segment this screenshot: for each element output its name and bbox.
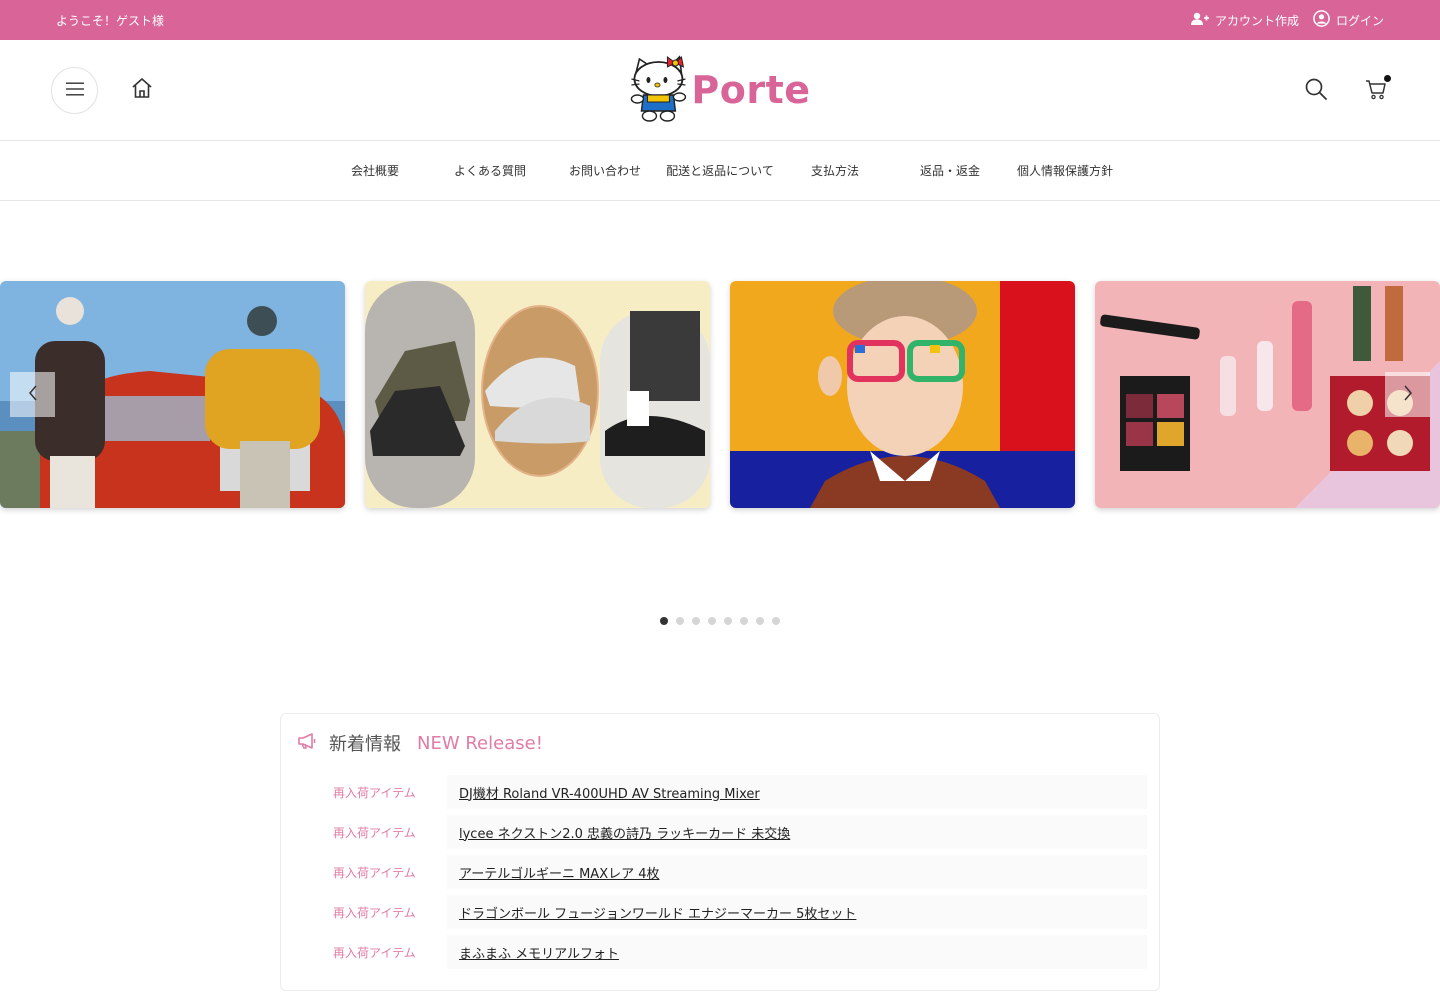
news-link-container: ドラゴンボール フュージョンワールド エナジーマーカー 5枚セット bbox=[447, 895, 1147, 929]
cart-icon bbox=[1365, 78, 1387, 103]
carousel-pagination bbox=[0, 617, 1440, 625]
hero-carousel bbox=[0, 281, 1440, 511]
nav-item-privacy[interactable]: 個人情報保護方針 bbox=[1008, 162, 1123, 179]
logo-text: Porte bbox=[691, 68, 811, 112]
news-list: 再入荷アイテム DJ機材 Roland VR-400UHD AV Streami… bbox=[297, 772, 1147, 972]
carousel-next-button[interactable] bbox=[1385, 372, 1430, 417]
news-link-container: アーテルゴルギーニ MAXレア 4枚 bbox=[447, 855, 1147, 889]
home-button[interactable] bbox=[130, 78, 154, 102]
carousel-slide-eyewear[interactable] bbox=[730, 281, 1075, 508]
news-item: 再入荷アイテム まふまふ メモリアルフォト bbox=[297, 932, 1147, 972]
add-user-icon bbox=[1190, 12, 1209, 29]
chevron-left-icon bbox=[27, 384, 39, 405]
create-account-link[interactable]: アカウント作成 bbox=[1190, 12, 1299, 29]
megaphone-icon bbox=[297, 733, 317, 753]
news-link-container: DJ機材 Roland VR-400UHD AV Streaming Mixer bbox=[447, 775, 1147, 809]
news-title: 新着情報 bbox=[329, 734, 401, 755]
news-link[interactable]: DJ機材 Roland VR-400UHD AV Streaming Mixer bbox=[459, 783, 760, 802]
menu-button[interactable] bbox=[51, 66, 98, 114]
carousel-dot[interactable] bbox=[676, 617, 684, 625]
nav-item-faq[interactable]: よくある質問 bbox=[433, 162, 548, 179]
nav-item-company[interactable]: 会社概要 bbox=[318, 162, 433, 179]
carousel-dot[interactable] bbox=[756, 617, 764, 625]
news-link[interactable]: アーテルゴルギーニ MAXレア 4枚 bbox=[459, 863, 660, 882]
news-link[interactable]: lycee ネクストン2.0 忠義の詩乃 ラッキーカード 未交換 bbox=[459, 823, 790, 842]
search-icon bbox=[1304, 77, 1328, 104]
carousel-slide-shoes[interactable] bbox=[365, 281, 710, 508]
header-right bbox=[1303, 75, 1391, 103]
news-item: 再入荷アイテム アーテルゴルギーニ MAXレア 4枚 bbox=[297, 852, 1147, 892]
main-nav: 会社概要 よくある質問 お問い合わせ 配送と返品について 支払方法 返品・返金 … bbox=[0, 141, 1440, 201]
home-icon bbox=[131, 77, 153, 103]
site-logo[interactable]: Porte bbox=[629, 53, 810, 127]
user-circle-icon bbox=[1313, 10, 1330, 30]
news-link[interactable]: まふまふ メモリアルフォト bbox=[459, 943, 619, 962]
news-section: 新着情報 NEW Release! 再入荷アイテム DJ機材 Roland VR… bbox=[280, 713, 1160, 991]
carousel-prev-button[interactable] bbox=[10, 372, 55, 417]
carousel-dot[interactable] bbox=[692, 617, 700, 625]
news-category: 再入荷アイテム bbox=[333, 785, 416, 800]
nav-item-refund[interactable]: 返品・返金 bbox=[893, 162, 1008, 179]
carousel-dot[interactable] bbox=[724, 617, 732, 625]
news-link[interactable]: ドラゴンボール フュージョンワールド エナジーマーカー 5枚セット bbox=[459, 903, 856, 922]
news-link-container: lycee ネクストン2.0 忠義の詩乃 ラッキーカード 未交換 bbox=[447, 815, 1147, 849]
carousel-dot[interactable] bbox=[660, 617, 668, 625]
nav-item-contact[interactable]: お問い合わせ bbox=[548, 162, 663, 179]
news-link-container: まふまふ メモリアルフォト bbox=[447, 935, 1147, 969]
news-category: 再入荷アイテム bbox=[333, 905, 416, 920]
kitty-mascot-icon bbox=[629, 53, 689, 127]
login-label: ログイン bbox=[1335, 13, 1384, 28]
news-item: 再入荷アイテム DJ機材 Roland VR-400UHD AV Streami… bbox=[297, 772, 1147, 812]
hamburger-icon bbox=[65, 82, 84, 99]
carousel-dot[interactable] bbox=[708, 617, 716, 625]
site-header: Porte bbox=[0, 40, 1440, 141]
news-item: 再入荷アイテム ドラゴンボール フュージョンワールド エナジーマーカー 5枚セッ… bbox=[297, 892, 1147, 932]
news-item: 再入荷アイテム lycee ネクストン2.0 忠義の詩乃 ラッキーカード 未交換 bbox=[297, 812, 1147, 852]
header-left bbox=[51, 66, 154, 114]
news-category: 再入荷アイテム bbox=[333, 865, 416, 880]
welcome-text: ようこそ！ゲスト様 bbox=[56, 13, 165, 28]
nav-item-payment[interactable]: 支払方法 bbox=[778, 162, 893, 179]
news-category: 再入荷アイテム bbox=[333, 945, 416, 960]
cart-badge bbox=[1384, 75, 1391, 82]
chevron-right-icon bbox=[1402, 384, 1414, 405]
carousel-dot[interactable] bbox=[772, 617, 780, 625]
create-account-label: アカウント作成 bbox=[1214, 13, 1299, 28]
account-links: アカウント作成 ログイン bbox=[1190, 10, 1384, 30]
news-header: 新着情報 NEW Release! bbox=[297, 730, 1147, 756]
search-button[interactable] bbox=[1303, 77, 1329, 103]
login-link[interactable]: ログイン bbox=[1313, 10, 1384, 30]
carousel-dot[interactable] bbox=[740, 617, 748, 625]
nav-item-shipping[interactable]: 配送と返品について bbox=[663, 162, 778, 179]
news-category: 再入荷アイテム bbox=[333, 825, 416, 840]
news-subtitle: NEW Release! bbox=[417, 732, 543, 754]
top-bar: ようこそ！ゲスト様 アカウント作成 ログイン bbox=[0, 0, 1440, 40]
cart-button[interactable] bbox=[1363, 75, 1391, 103]
